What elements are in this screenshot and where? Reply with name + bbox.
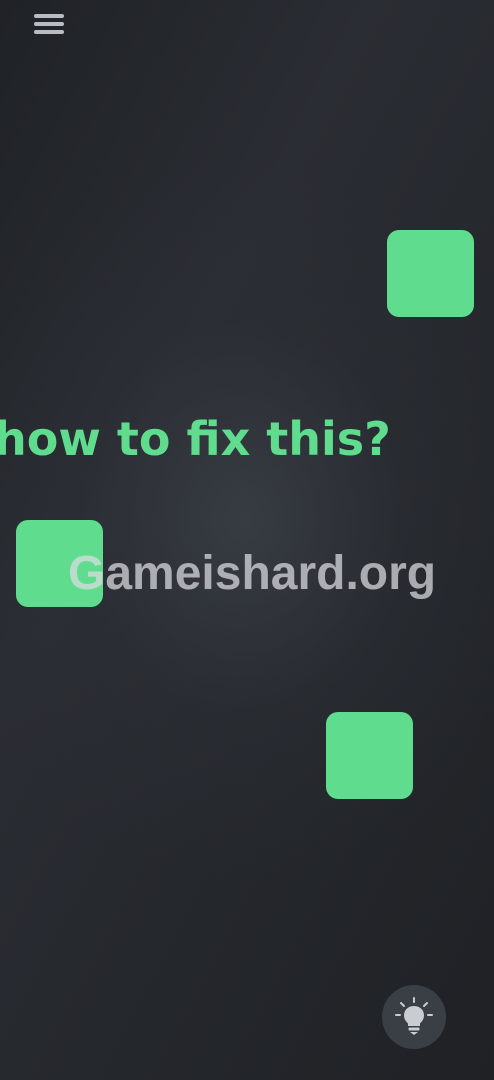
menu-icon-bar-top [34,14,64,18]
watermark-text: Gameishard.org [68,547,437,600]
game-screen: how to fix this? Gameishard.org [0,0,494,1080]
puzzle-question: how to fix this? [0,412,391,466]
green-tile-left[interactable] [16,520,103,607]
menu-icon-bar-middle [34,22,64,26]
menu-icon-bar-bottom [34,30,64,34]
lightbulb-icon [395,997,433,1035]
hint-button[interactable] [382,985,446,1049]
menu-button[interactable] [34,10,66,38]
green-tile-bottom-right[interactable] [326,712,413,799]
green-tile-top-right[interactable] [387,230,474,317]
